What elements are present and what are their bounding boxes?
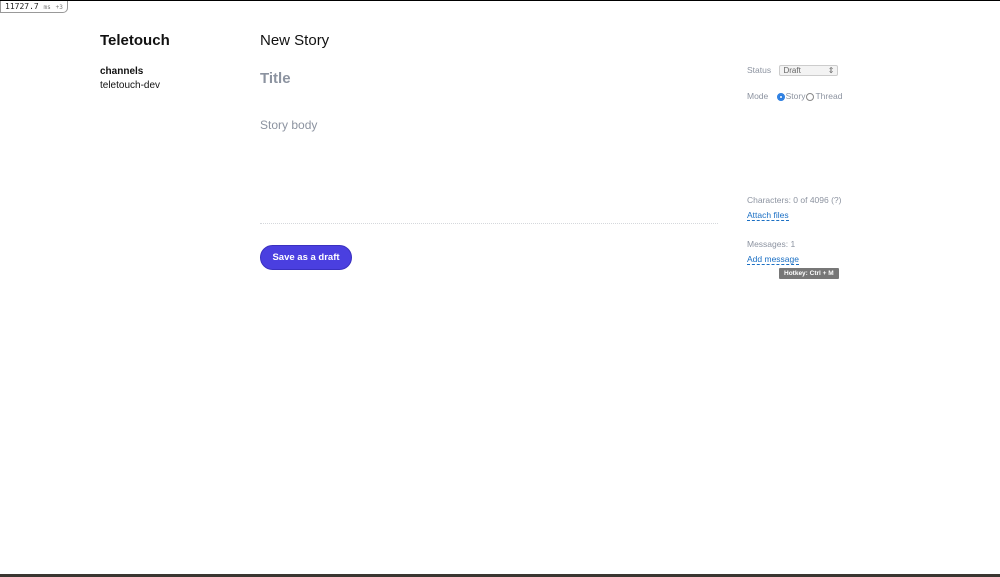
mode-story-radio[interactable] [776,92,785,101]
mode-story-label[interactable]: Story [786,91,806,101]
status-value: Draft [783,66,801,76]
divider [260,223,718,224]
timer-overlay: 11727.7 ms +3 [0,1,68,13]
page-title: New Story [260,32,330,49]
add-message-link[interactable]: Add message [747,254,799,265]
hotkey-tooltip: Hotkey: Ctrl + M [779,268,839,279]
attach-files-link[interactable]: Attach files [747,210,789,221]
mode-thread-label[interactable]: Thread [815,91,842,101]
app-brand[interactable]: Teletouch [100,32,170,49]
title-input[interactable]: Title [260,70,291,87]
story-body-input[interactable]: Story body [260,118,317,132]
timer-unit: ms [43,4,51,11]
status-select[interactable]: Draft ⇕ [779,65,839,77]
mode-thread-radio[interactable] [806,92,815,101]
save-draft-button[interactable]: Save as a draft [260,245,352,270]
messages-count: Messages: 1 [747,239,796,249]
timer-value: 11727.7 [5,2,39,11]
channel-item[interactable]: teletouch-dev [100,80,160,91]
channels-heading: channels [100,66,144,77]
timer-suffix: +3 [55,4,63,11]
status-row: Status Draft ⇕ [747,65,839,77]
select-arrows-icon: ⇕ [827,66,835,76]
characters-count: Characters: 0 of 4096 (?) [747,195,842,205]
status-label: Status [747,65,772,75]
mode-row: Mode Story Thread [747,91,842,101]
mode-label: Mode [747,91,769,101]
